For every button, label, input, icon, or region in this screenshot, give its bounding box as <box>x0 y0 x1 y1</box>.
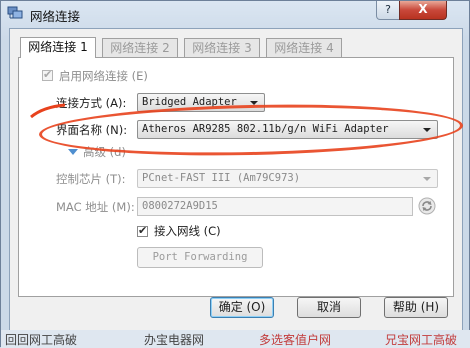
background-text: 兄宝网工高破 <box>385 333 458 347</box>
network-icon <box>7 6 23 19</box>
adapter-name-label: 界面名称 (N): <box>56 123 128 137</box>
window-title: 网络连接 <box>30 9 81 24</box>
ok-button[interactable]: 确定 (O) <box>210 297 274 318</box>
enable-adapter-checkbox[interactable]: ✔ <box>42 68 53 81</box>
network-settings-dialog: 网络连接 ? X 网络连接 1 网络连接 2 网络连接 3 网络连接 4 ✔ 启… <box>0 0 470 348</box>
title-bar: 网络连接 ? X <box>1 1 469 27</box>
tab-adapter-2[interactable]: 网络连接 2 <box>102 38 178 57</box>
tab-panel: ✔ 启用网络连接 (E) 连接方式 (A): Bridged Adapter 界… <box>18 57 454 297</box>
expand-arrow-icon[interactable] <box>68 148 78 156</box>
mac-address-label: MAC 地址 (M): <box>56 200 135 214</box>
port-forwarding-button[interactable]: Port Forwarding <box>137 247 263 268</box>
attached-to-value: Bridged Adapter <box>142 96 237 108</box>
check-mark-icon: ✔ <box>138 224 148 237</box>
adapter-type-select[interactable]: PCnet-FAST III (Am79C973) <box>137 169 438 188</box>
check-mark-icon: ✔ <box>43 68 53 81</box>
background-text: 多选客值户网 <box>259 333 332 347</box>
mac-address-value: 0800272A9D15 <box>142 200 218 212</box>
attached-to-select[interactable]: Bridged Adapter <box>137 93 265 112</box>
tab-adapter-3[interactable]: 网络连接 3 <box>184 38 260 57</box>
cancel-button[interactable]: 取消 <box>297 297 361 318</box>
advanced-toggle[interactable]: 高级 (d) <box>83 144 126 160</box>
mac-address-field[interactable]: 0800272A9D15 <box>137 197 413 216</box>
cable-connected-label: 接入网线 (C) <box>154 224 221 238</box>
close-button[interactable]: X <box>399 1 447 20</box>
enable-adapter-label: 启用网络连接 (E) <box>59 69 148 83</box>
refresh-mac-icon[interactable] <box>418 197 436 215</box>
adapter-type-value: PCnet-FAST III (Am79C973) <box>142 172 301 184</box>
title-help-button[interactable]: ? <box>376 1 400 20</box>
annotation-stroke <box>30 103 66 119</box>
background-page-strip: 回回网工高破 办宝电器网 多选客值户网 兄宝网工高破 <box>1 330 470 348</box>
background-text: 回回网工高破 <box>5 333 78 347</box>
help-button[interactable]: 帮助 (H) <box>384 297 448 318</box>
cable-connected-checkbox[interactable]: ✔ <box>137 224 148 237</box>
tab-adapter-4[interactable]: 网络连接 4 <box>266 38 342 57</box>
chevron-down-icon <box>250 101 258 105</box>
dialog-client-area: 网络连接 1 网络连接 2 网络连接 3 网络连接 4 ✔ 启用网络连接 (E)… <box>9 28 463 331</box>
background-text: 办宝电器网 <box>144 333 205 347</box>
tab-adapter-1[interactable]: 网络连接 1 <box>20 37 96 58</box>
chevron-down-icon <box>423 177 431 181</box>
adapter-type-label: 控制芯片 (T): <box>56 172 126 186</box>
chevron-down-icon <box>423 128 431 132</box>
adapter-name-value: Atheros AR9285 802.11b/g/n WiFi Adapter <box>142 123 389 135</box>
adapter-name-select[interactable]: Atheros AR9285 802.11b/g/n WiFi Adapter <box>137 120 438 139</box>
